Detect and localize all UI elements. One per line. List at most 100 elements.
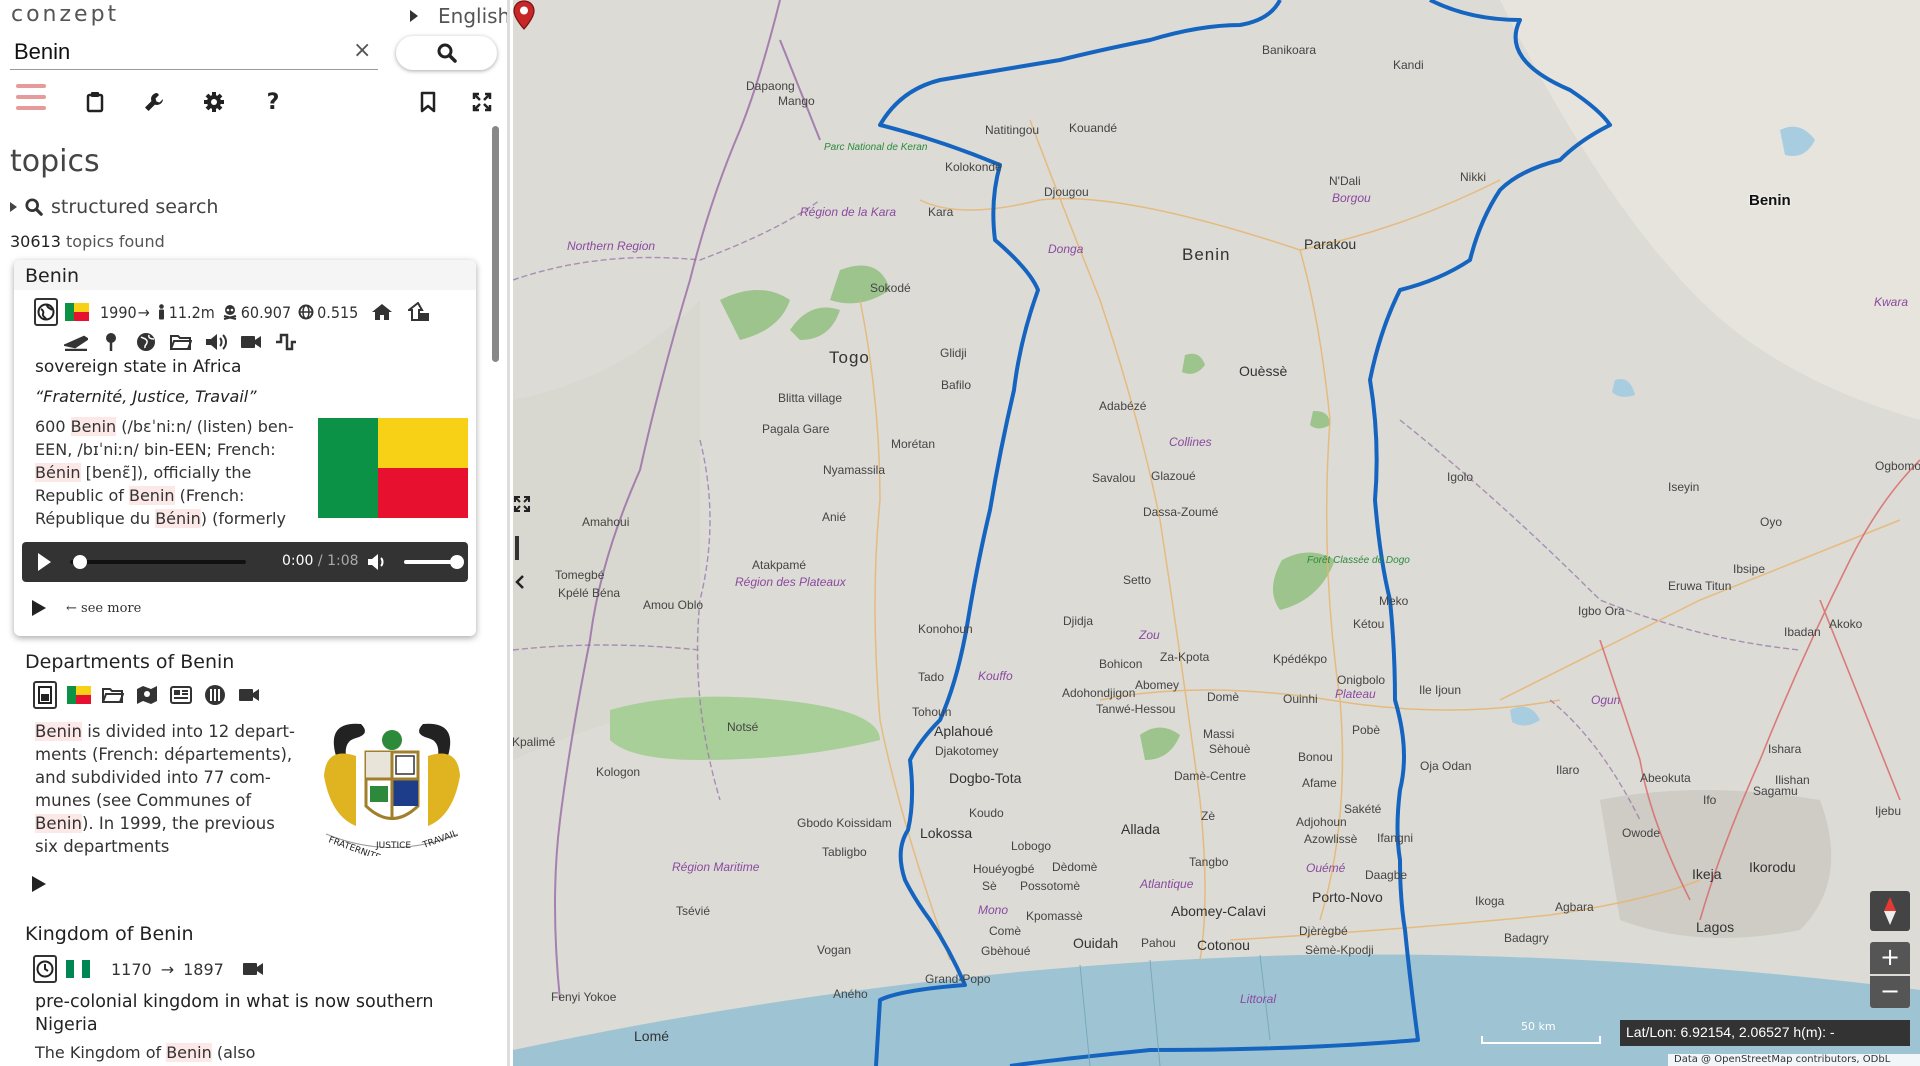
map-label: Natitingou xyxy=(985,123,1040,137)
map-label: Dèdomè xyxy=(1052,860,1098,874)
map-label: Amahoui xyxy=(582,515,630,529)
archive-icon[interactable] xyxy=(203,683,227,707)
map-scale-label: 50 km xyxy=(1521,1020,1556,1033)
audio-player: 0:00 / 1:08 xyxy=(22,542,468,582)
chart-icon[interactable] xyxy=(274,330,298,354)
embassy-icon[interactable] xyxy=(408,302,430,322)
structured-search-toggle[interactable]: structured search xyxy=(10,196,218,218)
app-logo[interactable]: conzept xyxy=(11,2,119,27)
map-label: Ifo xyxy=(1703,793,1717,807)
document-type-icon[interactable] xyxy=(33,681,57,709)
result-actions-row xyxy=(33,681,261,709)
life-expectancy-value: 60.907 xyxy=(240,302,292,322)
search-button[interactable] xyxy=(396,36,497,70)
flag-image[interactable] xyxy=(318,418,468,518)
map-label: Kolokondé xyxy=(945,160,1002,174)
map-label: Sèhouè xyxy=(1209,742,1251,756)
map-label: Gbèhoué xyxy=(981,944,1031,958)
sidebar-panel: conzept English × ? topics xyxy=(0,0,510,1066)
play-icon[interactable] xyxy=(32,876,46,892)
help-button[interactable]: ? xyxy=(256,82,290,122)
map-label: Ikeja xyxy=(1692,866,1722,882)
map-label: Za-Kpota xyxy=(1160,650,1210,664)
map-label: Daagbe xyxy=(1365,868,1408,882)
chevron-left-icon[interactable] xyxy=(514,574,526,590)
map-label: Tomegbé xyxy=(555,568,605,582)
map-label: Badagry xyxy=(1504,931,1549,945)
airplane-icon[interactable] xyxy=(64,330,88,354)
country-type-icon[interactable] xyxy=(34,298,58,326)
map-pin-icon[interactable] xyxy=(99,330,123,354)
home-icon[interactable] xyxy=(371,303,393,321)
clipboard-button[interactable] xyxy=(78,82,112,122)
map-label: Iseyin xyxy=(1668,480,1700,494)
tools-button[interactable] xyxy=(137,82,171,122)
skull-icon xyxy=(223,305,236,320)
expand-icon[interactable] xyxy=(514,496,530,512)
map-label: Borgou xyxy=(1332,191,1371,205)
zoom-in-button[interactable]: + xyxy=(1870,942,1910,974)
play-button[interactable] xyxy=(38,553,51,571)
gear-icon xyxy=(204,92,224,112)
map-label: Kpélé Béna xyxy=(558,586,621,600)
result-title[interactable]: Benin xyxy=(25,265,79,287)
result-title[interactable]: Departments of Benin xyxy=(25,651,234,673)
play-icon[interactable] xyxy=(32,600,46,616)
video-icon[interactable] xyxy=(239,330,263,354)
volume-knob[interactable] xyxy=(450,555,464,569)
map-label: Meko xyxy=(1379,594,1409,608)
see-more-link[interactable]: ← see more xyxy=(66,601,141,616)
sidebar-scrollbar[interactable] xyxy=(492,126,499,362)
structured-search-label: structured search xyxy=(51,196,219,218)
menu-button[interactable] xyxy=(14,82,48,122)
map-label: Ilishan xyxy=(1775,773,1810,787)
audio-icon[interactable] xyxy=(204,330,228,354)
results-count-label: topics found xyxy=(66,232,165,251)
map-icon[interactable] xyxy=(135,683,159,707)
map-label: Pobè xyxy=(1352,723,1381,737)
map-label: Koudo xyxy=(969,806,1004,820)
map-pin-icon[interactable] xyxy=(513,0,535,30)
result-meta-row: 1990 → 11.2m 60.907 0.515 xyxy=(34,298,430,326)
map-label: Ibsipe xyxy=(1733,562,1766,576)
map-marker-label[interactable]: Benin xyxy=(1749,192,1791,209)
map-label: Kwara xyxy=(1874,295,1909,309)
globe-icon xyxy=(298,304,314,320)
result-motto: “Fraternité, Justice, Travail” xyxy=(35,387,257,406)
map-label: Konohoun xyxy=(918,622,973,636)
video-icon[interactable] xyxy=(241,957,265,981)
result-title[interactable]: Kingdom of Benin xyxy=(25,923,194,945)
language-selector[interactable]: English xyxy=(410,4,507,28)
coat-of-arms-image[interactable]: FRATERNITE JUSTICE TRAVAIL xyxy=(316,716,468,856)
bookmark-button[interactable] xyxy=(411,82,445,122)
video-icon[interactable] xyxy=(237,683,261,707)
bookmark-icon xyxy=(420,91,436,113)
map-label: Tangbo xyxy=(1189,855,1229,869)
map-view[interactable]: Benin Togo Ouèssè Parakou N'Dali Nikki Djougou… xyxy=(513,0,1920,1066)
audio-progress-knob[interactable] xyxy=(73,555,87,569)
zoom-out-button[interactable]: − xyxy=(1870,976,1910,1008)
map-attribution[interactable]: Data @ OpenStreetMap contributors, ODbL xyxy=(1668,1054,1920,1066)
audio-progress-bar[interactable] xyxy=(70,560,246,564)
fullscreen-button[interactable] xyxy=(465,82,499,122)
clear-search-button[interactable]: × xyxy=(353,38,371,63)
globe-icon[interactable] xyxy=(134,330,158,354)
volume-icon[interactable] xyxy=(366,552,388,576)
news-icon[interactable] xyxy=(169,683,193,707)
map-label: Tohoun xyxy=(912,705,952,719)
map-label: Benin xyxy=(1182,245,1231,264)
folder-icon[interactable] xyxy=(169,330,193,354)
settings-button[interactable] xyxy=(197,82,231,122)
map-label: Ikoga xyxy=(1475,894,1505,908)
compass-button[interactable] xyxy=(1870,891,1910,931)
map-label: Littoral xyxy=(1240,992,1277,1006)
map-label: Région de la Kara xyxy=(800,205,897,219)
map-label: Ishara xyxy=(1768,742,1802,756)
search-input[interactable] xyxy=(10,34,378,70)
menu-icon xyxy=(16,84,46,110)
map-label: Nyamassila xyxy=(823,463,886,477)
handle-icon[interactable] xyxy=(514,536,522,560)
folder-icon[interactable] xyxy=(101,683,125,707)
clock-icon[interactable] xyxy=(33,955,57,983)
map-label: Ibadan xyxy=(1784,625,1821,639)
